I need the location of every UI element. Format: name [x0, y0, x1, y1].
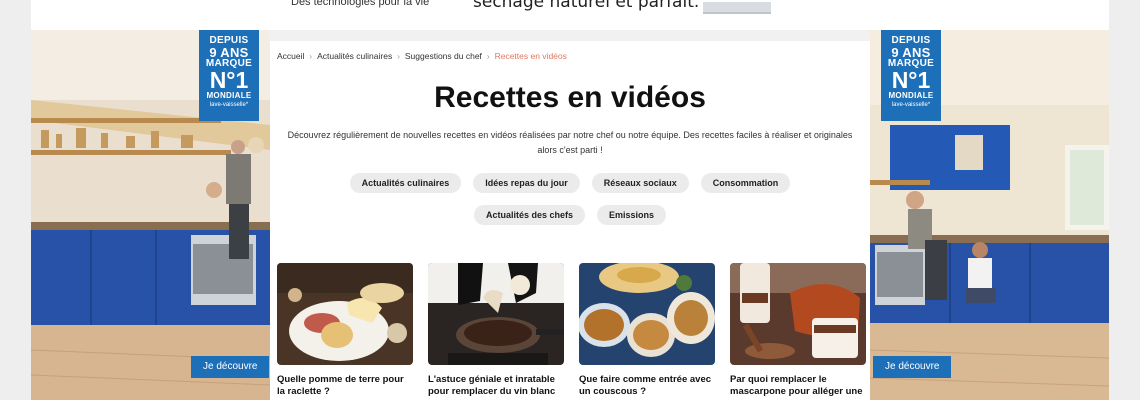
- left-side-ad[interactable]: DEPUIS 9 ANS MARQUE N°1 MONDIALE lave-va…: [31, 30, 270, 400]
- badge-number: N°1: [891, 67, 931, 93]
- video-card-title[interactable]: Quelle pomme de terre pour la raclette ?: [277, 374, 413, 398]
- page-title: Recettes en vidéos: [434, 81, 706, 114]
- video-card[interactable]: Que faire comme entrée avec un couscous …: [579, 263, 715, 398]
- content-top-bar: [270, 30, 870, 41]
- top-banner-product-image: [703, 2, 771, 14]
- top-banner-tagline: Des technologies pour la vie: [291, 0, 430, 8]
- page-intro: Découvrez régulièrement de nouvelles rec…: [287, 130, 853, 155]
- tag-social-networks[interactable]: Réseaux sociaux: [591, 173, 689, 193]
- video-card-title[interactable]: Par quoi remplacer le mascarpone pour al…: [730, 374, 866, 398]
- badge-text: MONDIALE: [206, 91, 252, 100]
- video-card[interactable]: Quelle pomme de terre pour la raclette ?: [277, 263, 413, 398]
- right-ad-discover-button[interactable]: Je découvre: [873, 356, 952, 378]
- top-banner-headline: séchage naturel et parfait.: [473, 0, 700, 12]
- breadcrumb-culinary-news-link[interactable]: Actualités culinaires: [317, 51, 392, 61]
- tag-consumption[interactable]: Consommation: [700, 173, 791, 193]
- badge-footnote: lave-vaisselle*: [891, 102, 931, 108]
- couscous-thumbnail[interactable]: [579, 263, 715, 365]
- breadcrumb-home-link[interactable]: Accueil: [277, 51, 304, 61]
- breadcrumb: Accueil › Actualités culinaires › Sugges…: [277, 51, 567, 61]
- chevron-right-icon: ›: [486, 51, 490, 61]
- white-wine-thumbnail[interactable]: [428, 263, 564, 365]
- main-content: Accueil › Actualités culinaires › Sugges…: [270, 30, 870, 400]
- video-card[interactable]: L'astuce géniale et inratable pour rempl…: [428, 263, 564, 398]
- left-ad-discover-button[interactable]: Je découvre: [191, 356, 270, 378]
- breadcrumb-current: Recettes en vidéos: [494, 51, 567, 61]
- right-ad-badge: DEPUIS 9 ANS MARQUE N°1 MONDIALE lave-va…: [881, 30, 941, 121]
- video-card-title[interactable]: L'astuce géniale et inratable pour rempl…: [428, 374, 564, 398]
- badge-number: N°1: [209, 67, 249, 93]
- video-card-title[interactable]: Que faire comme entrée avec un couscous …: [579, 374, 715, 398]
- chevron-right-icon: ›: [397, 51, 400, 61]
- raclette-thumbnail[interactable]: [277, 263, 413, 365]
- category-tags: Actualités culinaires Idées repas du jou…: [270, 173, 870, 225]
- chevron-right-icon: ›: [309, 51, 313, 61]
- top-ad-banner[interactable]: Des technologies pour la vie séchage nat…: [31, 0, 1109, 30]
- breadcrumb-chef-suggestions-link[interactable]: Suggestions du chef: [405, 51, 482, 61]
- right-side-ad[interactable]: DEPUIS 9 ANS MARQUE N°1 MONDIALE lave-va…: [870, 30, 1109, 400]
- tag-culinary-news[interactable]: Actualités culinaires: [349, 173, 462, 193]
- mascarpone-thumbnail[interactable]: [730, 263, 866, 365]
- tag-chef-news[interactable]: Actualités des chefs: [473, 205, 585, 225]
- tag-meal-ideas[interactable]: Idées repas du jour: [473, 173, 580, 193]
- left-ad-badge: DEPUIS 9 ANS MARQUE N°1 MONDIALE lave-va…: [199, 30, 259, 121]
- badge-text: MONDIALE: [888, 91, 934, 100]
- tag-broadcasts[interactable]: Emissions: [597, 205, 667, 225]
- badge-footnote: lave-vaisselle*: [209, 102, 249, 108]
- video-card[interactable]: Par quoi remplacer le mascarpone pour al…: [730, 263, 866, 398]
- video-cards: Quelle pomme de terre pour la raclette ?…: [277, 263, 866, 398]
